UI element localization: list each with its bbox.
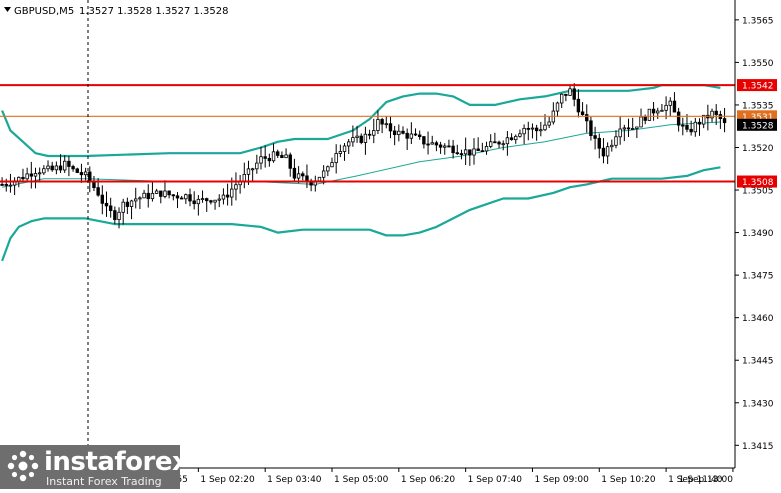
y-tick-label: 1.3430 [742,399,774,409]
time-axis: 1 Sep 00:551 Sep 02:201 Sep 03:401 Sep 0… [131,468,734,485]
instaforex-watermark: instaforex Instant Forex Trading [0,445,180,489]
y-tick-label: 1.3535 [742,101,774,111]
symbol-label[interactable]: GBPUSD,M5 [14,6,74,17]
instaforex-logo-icon [7,450,39,482]
current-price-label: 1.3528 [737,118,777,131]
y-tick-label: 1.3475 [742,272,774,282]
y-tick-label: 1.3520 [742,144,774,154]
watermark-tagline: Instant Forex Trading [46,475,162,488]
level-labels: 1.35421.35311.35081.3528 [737,79,777,188]
svg-text:1.3528: 1.3528 [742,121,774,131]
price-chart[interactable]: 1.3565 1.3550 1.3535 1.3520 1.3505 1.3490 1.34… [0,0,781,489]
level-label-1.3542: 1.3542 [737,79,777,92]
y-tick-label: 1.3490 [742,229,774,239]
svg-text:1.3542: 1.3542 [742,82,774,92]
x-tick-label: 1 Sep 03:40 [267,475,322,485]
plot-area [0,0,735,468]
y-tick-label: 1.3415 [742,442,774,452]
y-tick-label: 1.3565 [742,16,774,26]
x-tick-label: 1 Sep 10:20 [601,475,656,485]
chart-canvas[interactable]: 1.3565 1.3550 1.3535 1.3520 1.3505 1.3490 1.34… [0,0,781,489]
candle [75,167,79,174]
y-tick-label: 1.3550 [742,59,774,69]
x-tick-label: 1 Sep 13:00 [679,475,734,485]
x-tick-label: 1 Sep 05:00 [334,475,389,485]
x-tick-label: 1 Sep 06:20 [401,475,456,485]
y-tick-label: 1.3460 [742,314,774,324]
svg-text:1.3508: 1.3508 [742,178,774,188]
watermark-brand: instaforex [44,447,180,477]
x-tick-label: 1 Sep 02:20 [200,475,255,485]
level-label-1.3508: 1.3508 [737,175,777,188]
x-tick-label: 1 Sep 07:40 [468,475,523,485]
x-tick-label: 1 Sep 09:00 [534,475,589,485]
y-tick-label: 1.3505 [742,187,774,197]
y-tick-label: 1.3445 [742,357,774,367]
ohlc-readout: 1.3527 1.3528 1.3527 1.3528 [79,6,229,17]
candle [647,108,652,121]
